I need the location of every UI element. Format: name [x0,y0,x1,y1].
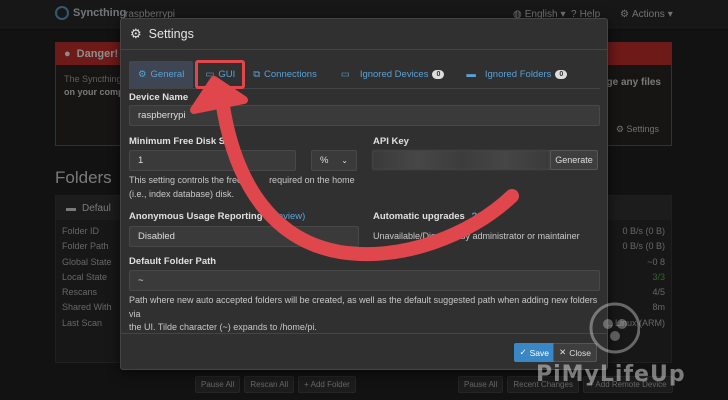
help-line: This setting controls the free sp requir… [129,175,355,185]
default-folder-input[interactable]: ~ [129,270,600,291]
close-icon: ✕ [559,347,567,357]
preview-link[interactable]: (Preview) [265,211,305,222]
network-icon: ⧉ [253,69,261,80]
tab-label: Connections [264,69,317,80]
settings-modal: ⚙ Settings ⚙ General ▭ GUI ⧉ Connections… [120,18,608,370]
usage-reporting-text: Anonymous Usage Reporting [129,211,263,222]
tab-label: General [150,69,185,80]
settings-tabs: ⚙ General ▭ GUI ⧉ Connections ▭ Ignored … [129,60,600,89]
modal-header: ⚙ Settings [121,19,607,50]
tab-connections[interactable]: ⧉ Connections [244,61,326,88]
min-free-disk-label: Minimum Free Disk Sp [129,136,231,147]
tab-gui[interactable]: ▭ GUI [195,60,246,89]
min-free-disk-help: This setting controls the free sp requir… [129,174,359,201]
watermark-text: PiMyLifeUp [536,362,686,387]
folder-icon: ▬ [466,69,476,80]
close-label: Close [569,347,591,358]
min-free-disk-unit-select[interactable]: % ⌄ [311,150,357,171]
help-circle-icon[interactable]: ? [472,211,478,222]
chevron-down-icon: ⌄ [341,156,348,165]
device-name-input[interactable]: raspberrypi [129,105,600,126]
generate-api-key-button[interactable]: Generate [550,150,598,170]
save-label: Save [529,347,549,358]
auto-upgrades-label: Automatic upgrades ? [373,211,477,222]
min-free-disk-input[interactable]: 1 [129,150,296,171]
api-key-input[interactable] [372,150,550,170]
modal-footer: ✓ Save ✕ Close [121,333,607,369]
auto-upgrades-status: Unavailable/Dis d by administrator or ma… [373,231,580,241]
tab-label: Ignored Folders [484,69,552,80]
default-folder-help: Path where new auto accepted folders wil… [129,294,607,335]
device-name-label: Device Name [129,92,189,103]
tab-label: Ignored Devices [359,69,429,80]
unit-value: % [320,155,329,166]
auto-upgrades-text: Automatic upgrades [373,211,465,222]
usage-reporting-label: Anonymous Usage Reporting (Preview) [129,211,305,222]
help-line: Path where new auto accepted folders wil… [129,295,598,319]
gear-icon: ⚙ [138,69,147,80]
gear-icon: ⚙ [130,26,142,41]
default-folder-label: Default Folder Path [129,256,217,267]
modal-title: Settings [148,27,194,41]
laptop-icon: ▭ [340,69,350,80]
count-badge: 0 [555,70,568,79]
count-badge: 0 [432,70,445,79]
tab-general[interactable]: ⚙ General [129,61,194,88]
close-button[interactable]: ✕ Close [553,343,597,362]
api-key-label: API Key [373,136,409,147]
tab-ignored-devices[interactable]: ▭ Ignored Devices 0 [332,61,454,88]
usage-reporting-select[interactable]: Disabled [129,226,359,247]
help-line: (i.e., index database) disk. [129,188,235,199]
save-button[interactable]: ✓ Save [513,343,555,362]
monitor-icon: ▭ [205,69,215,80]
check-icon: ✓ [519,347,527,357]
tab-label: GUI [218,69,236,80]
tab-ignored-folders[interactable]: ▬ Ignored Folders 0 [457,61,576,88]
